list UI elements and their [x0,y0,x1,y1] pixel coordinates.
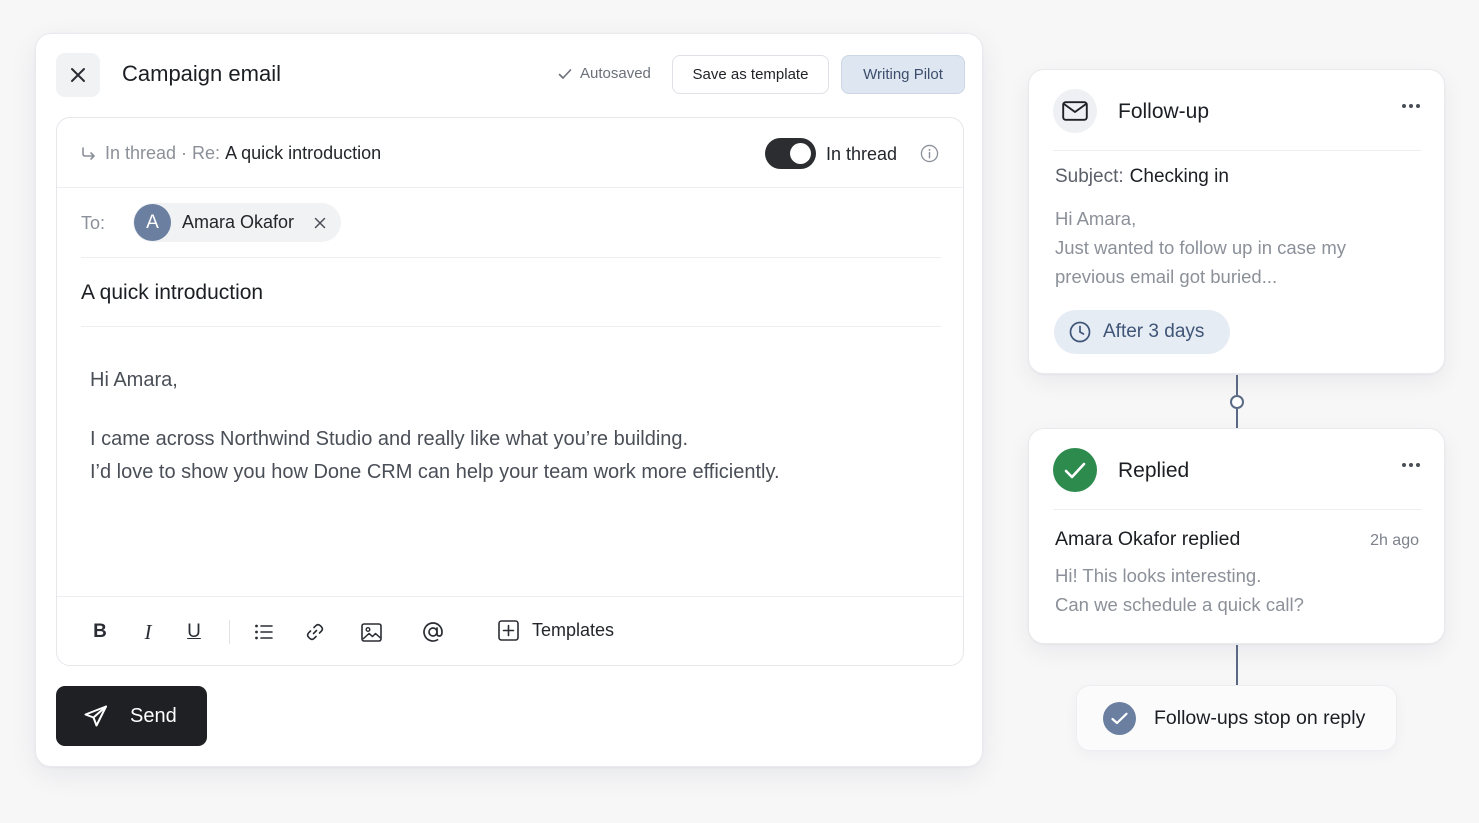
close-icon [71,68,85,82]
composer-title: Campaign email [122,61,281,86]
envelope-icon [1062,101,1088,121]
italic-icon: I [144,619,152,644]
recipient-name: Amara Okafor [182,212,295,232]
autosave-label: Autosaved [580,65,651,82]
check-icon [558,68,572,79]
reply-author: Amara Okafor replied [1055,528,1241,550]
thread-prefix: In thread · Re: [105,143,221,163]
in-thread-toggle[interactable] [765,138,816,169]
campaign-email-composer: Campaign email Autosaved Save as templat… [35,33,983,767]
to-label: To: [81,213,106,233]
email-body[interactable]: Hi Amara, I came across Northwind Studio… [90,364,930,489]
mail-icon-badge [1053,89,1097,133]
image-button[interactable] [359,620,383,644]
recipients-row: To: A Amara Okafor [81,188,941,258]
subject-value: A quick introduction [81,281,264,304]
templates-button[interactable]: Templates [498,620,614,641]
link-icon [306,623,324,641]
paper-plane-icon [84,705,107,727]
save-as-template-button[interactable]: Save as template [672,55,829,94]
preview-line: previous email got buried... [1055,266,1278,287]
remove-recipient-icon[interactable] [314,217,326,229]
more-options-icon[interactable] [1401,462,1421,468]
link-button[interactable] [303,620,327,644]
follow-up-step-card[interactable]: Follow-up Subject: Checking in Hi Amara, … [1028,69,1445,374]
preview-line: Can we schedule a quick call? [1055,594,1304,615]
italic-button[interactable]: I [136,620,160,644]
follow-up-header: Follow-up [1053,89,1421,151]
image-icon [360,622,382,642]
follow-ups-stop-note: Follow-ups stop on reply [1076,685,1397,751]
underline-icon: U [187,621,201,642]
delay-badge[interactable]: After 3 days [1054,310,1230,354]
clock-icon [1069,321,1091,343]
thread-subject: A quick introduction [225,143,382,163]
toolbar-divider [229,620,230,644]
thread-row: In thread · Re: A quick introduction In … [57,118,963,188]
thread-info: In thread · Re: A quick introduction [81,143,381,164]
check-circle-icon [1103,701,1136,735]
info-icon[interactable] [920,144,939,163]
bullet-list-icon [255,624,273,640]
templates-label: Templates [532,620,615,640]
in-thread-label: In thread [826,144,898,164]
replied-title: Replied [1118,459,1190,482]
sequence-connector [1236,375,1238,395]
send-label: Send [130,704,177,727]
autosave-status: Autosaved [558,65,651,82]
delay-label: After 3 days [1103,321,1205,342]
sequence-connector [1236,645,1238,685]
recipient-chip[interactable]: A Amara Okafor [133,203,341,242]
preview-line: Hi! This looks interesting. [1055,565,1262,586]
avatar: A [134,204,171,241]
at-sign-icon [423,622,443,642]
bullet-list-button[interactable] [252,620,276,644]
preview-line: Just wanted to follow up in case my [1055,237,1347,258]
sequence-connector-node [1230,395,1244,409]
underline-button[interactable]: U [182,620,206,644]
follow-up-subject: Subject: Checking in [1055,166,1229,188]
writing-pilot-button[interactable]: Writing Pilot [841,55,965,94]
success-badge [1053,448,1097,492]
checkmark-icon [1064,462,1086,478]
body-line-1: I came across Northwind Studio and reall… [90,428,689,450]
send-button[interactable]: Send [56,686,207,746]
subject-label: Subject: [1055,166,1124,187]
toggle-knob [790,143,811,164]
replied-header: Replied [1053,448,1421,510]
reply-timestamp: 2h ago [1370,532,1419,549]
body-greeting: Hi Amara, [90,369,178,391]
preview-line: Hi Amara, [1055,208,1137,229]
subject-field[interactable]: A quick introduction [81,258,941,327]
reply-arrow-icon [82,146,95,160]
formatting-toolbar: B I U Templates [57,596,963,666]
add-square-icon [498,620,519,641]
bold-icon: B [93,621,107,642]
close-button[interactable] [56,53,100,97]
reply-meta: Amara Okafor replied 2h ago [1055,528,1419,551]
bold-button[interactable]: B [88,620,112,644]
follow-up-title: Follow-up [1118,100,1210,123]
replied-step-card[interactable]: Replied Amara Okafor replied 2h ago Hi! … [1028,428,1445,644]
follow-up-preview: Hi Amara, Just wanted to follow up in ca… [1055,204,1415,291]
body-line-2: I’d love to show you how Done CRM can he… [90,461,780,483]
sequence-connector [1236,409,1238,428]
mention-button[interactable] [421,620,445,644]
more-options-icon[interactable] [1401,103,1421,109]
subject-value: Checking in [1129,166,1229,187]
reply-preview: Hi! This looks interesting. Can we sched… [1055,561,1415,619]
stop-note-label: Follow-ups stop on reply [1154,706,1366,729]
email-editor: In thread · Re: A quick introduction In … [56,117,964,666]
